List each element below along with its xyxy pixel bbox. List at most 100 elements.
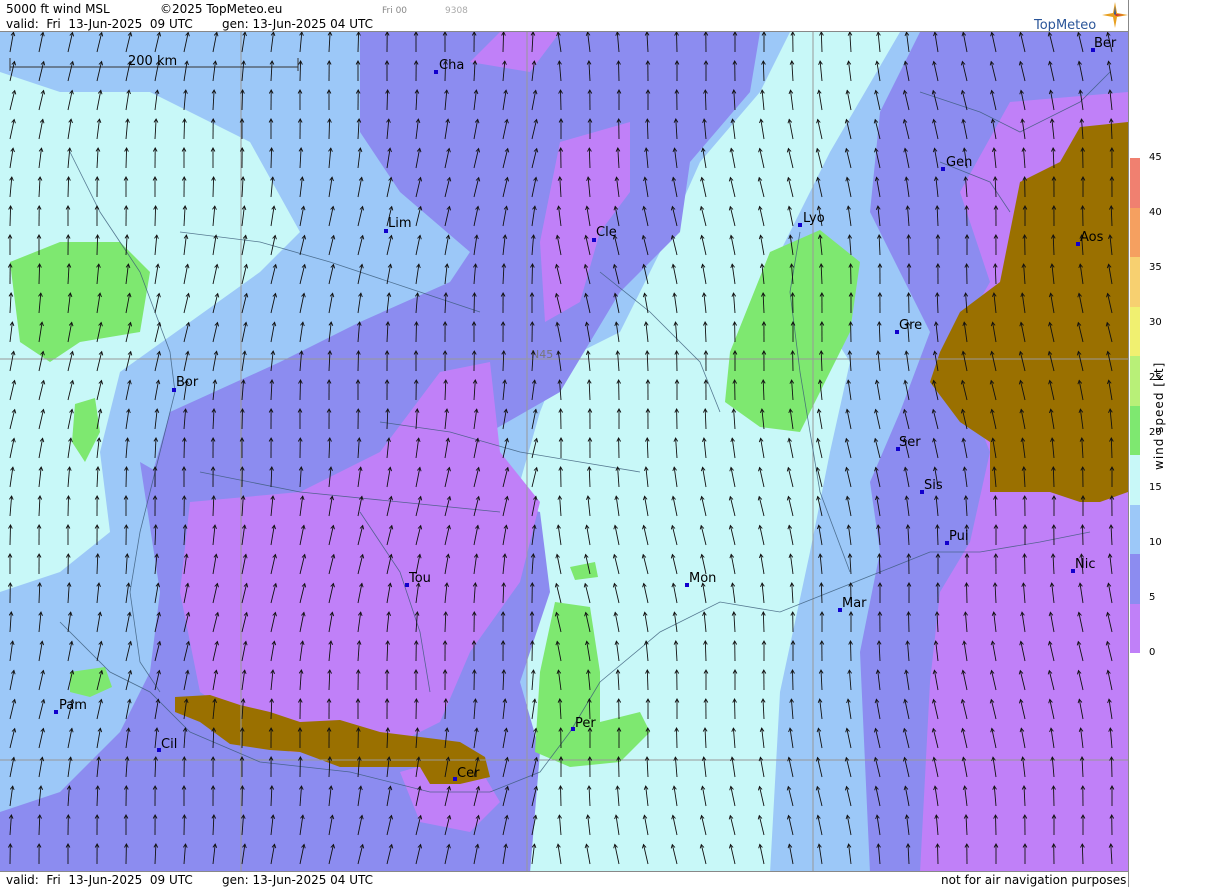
wind-arrow <box>850 640 852 662</box>
wind-arrow <box>96 234 99 256</box>
legend-tick-label: 5 <box>1149 592 1156 603</box>
city-pam: Pam <box>54 698 87 714</box>
wind-arrow <box>1111 756 1113 778</box>
legend-swatch <box>1130 158 1140 208</box>
svg-text:Cle: Cle <box>596 225 617 240</box>
wind-arrow <box>299 379 301 401</box>
legend-swatch <box>1130 455 1140 505</box>
scale-label: 200 km <box>128 54 177 69</box>
legend-tick-label: 15 <box>1149 482 1162 493</box>
wind-arrow <box>212 176 215 198</box>
city-pui: Pui <box>945 529 968 545</box>
svg-text:Lim: Lim <box>388 216 412 231</box>
legend-swatch <box>1130 257 1140 307</box>
svg-text:Cha: Cha <box>439 58 464 73</box>
wind-arrow <box>995 814 997 836</box>
city-cle: Cle <box>592 225 617 242</box>
forecast-slot: Fri 00 <box>382 6 408 16</box>
svg-text:Gen: Gen <box>946 155 972 170</box>
svg-text:Nic: Nic <box>1075 557 1095 572</box>
wind-arrow <box>125 466 127 488</box>
legend-swatch <box>1130 603 1140 653</box>
wind-arrow <box>38 263 41 285</box>
svg-text:Mar: Mar <box>842 596 867 611</box>
city-per: Per <box>571 716 596 731</box>
city-nic: Nic <box>1071 557 1095 573</box>
legend-tick-label: 0 <box>1149 647 1156 658</box>
legend-tick-label: 45 <box>1149 152 1162 163</box>
city-sis: Sis <box>920 478 943 494</box>
wind-arrow <box>270 147 273 169</box>
wind-arrow <box>676 32 678 53</box>
wind-arrow <box>67 176 70 198</box>
wind-arrow <box>241 408 243 430</box>
legend-swatch <box>1130 405 1140 455</box>
city-gen: Gen <box>941 155 972 171</box>
legend-tick-label: 40 <box>1149 207 1162 218</box>
wind-arrow <box>299 60 302 82</box>
wind-arrow <box>502 32 505 53</box>
city-mar: Mar <box>838 596 867 612</box>
wind-arrow <box>618 60 620 82</box>
svg-text:Cer: Cer <box>457 766 480 781</box>
svg-text:Tou: Tou <box>408 571 431 586</box>
svg-text:Lyo: Lyo <box>803 211 825 226</box>
svg-text:Mon: Mon <box>689 571 716 586</box>
city-cer: Cer <box>453 766 480 781</box>
legend-swatch <box>1130 207 1140 257</box>
wind-arrow <box>560 785 562 807</box>
city-lim: Lim <box>384 216 412 233</box>
city-tou: Tou <box>405 571 431 587</box>
wind-arrow <box>67 495 69 517</box>
wind-arrow <box>386 89 389 111</box>
wind-arrow <box>241 89 244 111</box>
svg-text:Ser: Ser <box>899 435 921 450</box>
wind-arrow <box>473 292 475 314</box>
wind-arrow <box>908 611 910 633</box>
footer-disclaimer: not for air navigation purposes <box>941 873 1127 887</box>
wind-arrow <box>734 698 736 720</box>
valid-time: valid: Fri 13-Jun-2025 09 UTC <box>6 17 193 31</box>
right-frame <box>1128 0 1129 887</box>
wind-speed-legend <box>1130 158 1140 653</box>
wind-arrow <box>937 843 939 865</box>
svg-text:Pam: Pam <box>59 698 87 713</box>
legend-swatch <box>1130 356 1140 406</box>
city-cha: Cha <box>434 58 464 74</box>
svg-text:Bor: Bor <box>176 375 199 390</box>
wind-arrow <box>792 669 794 691</box>
footer-valid: valid: Fri 13-Jun-2025 09 UTC <box>6 873 193 887</box>
wind-arrow <box>183 118 186 140</box>
svg-text:Per: Per <box>575 716 596 731</box>
compass-star-icon <box>1102 2 1128 28</box>
wind-arrow <box>328 118 331 140</box>
copyright-text: ©2025 TopMeteo.eu <box>160 2 283 16</box>
city-aos: Aos <box>1076 230 1104 246</box>
wind-map[interactable]: N45 200 km Cha Ber Lim Cle Lyo Gen Aos G… <box>0 31 1128 872</box>
svg-text:Sis: Sis <box>924 478 943 493</box>
wind-arrow <box>357 350 359 372</box>
wind-arrow <box>125 147 128 169</box>
legend-tick-label: 10 <box>1149 537 1162 548</box>
wind-arrow <box>1082 524 1084 546</box>
wind-arrow <box>676 727 678 749</box>
city-ber: Ber <box>1091 36 1117 52</box>
legend-tick-label: 35 <box>1149 262 1162 273</box>
svg-text:Pui: Pui <box>949 529 968 544</box>
wind-arrow <box>618 756 620 778</box>
wind-arrow <box>1053 785 1055 807</box>
svg-text:Aos: Aos <box>1080 230 1104 245</box>
legend-swatch <box>1130 504 1140 554</box>
wind-arrow <box>531 263 533 285</box>
legend-tick-label: 30 <box>1149 317 1162 328</box>
svg-text:Cil: Cil <box>161 737 177 752</box>
map-title: 5000 ft wind MSL <box>6 2 110 16</box>
legend-swatch <box>1130 554 1140 604</box>
legend-title: wind speed [kt] <box>1152 361 1166 470</box>
legend-swatch <box>1130 306 1140 356</box>
wind-arrow <box>357 32 360 53</box>
city-gre: Gre <box>895 318 922 334</box>
wind-arrow <box>560 89 562 111</box>
wind-arrow <box>415 321 417 343</box>
wind-arrow <box>966 582 968 604</box>
